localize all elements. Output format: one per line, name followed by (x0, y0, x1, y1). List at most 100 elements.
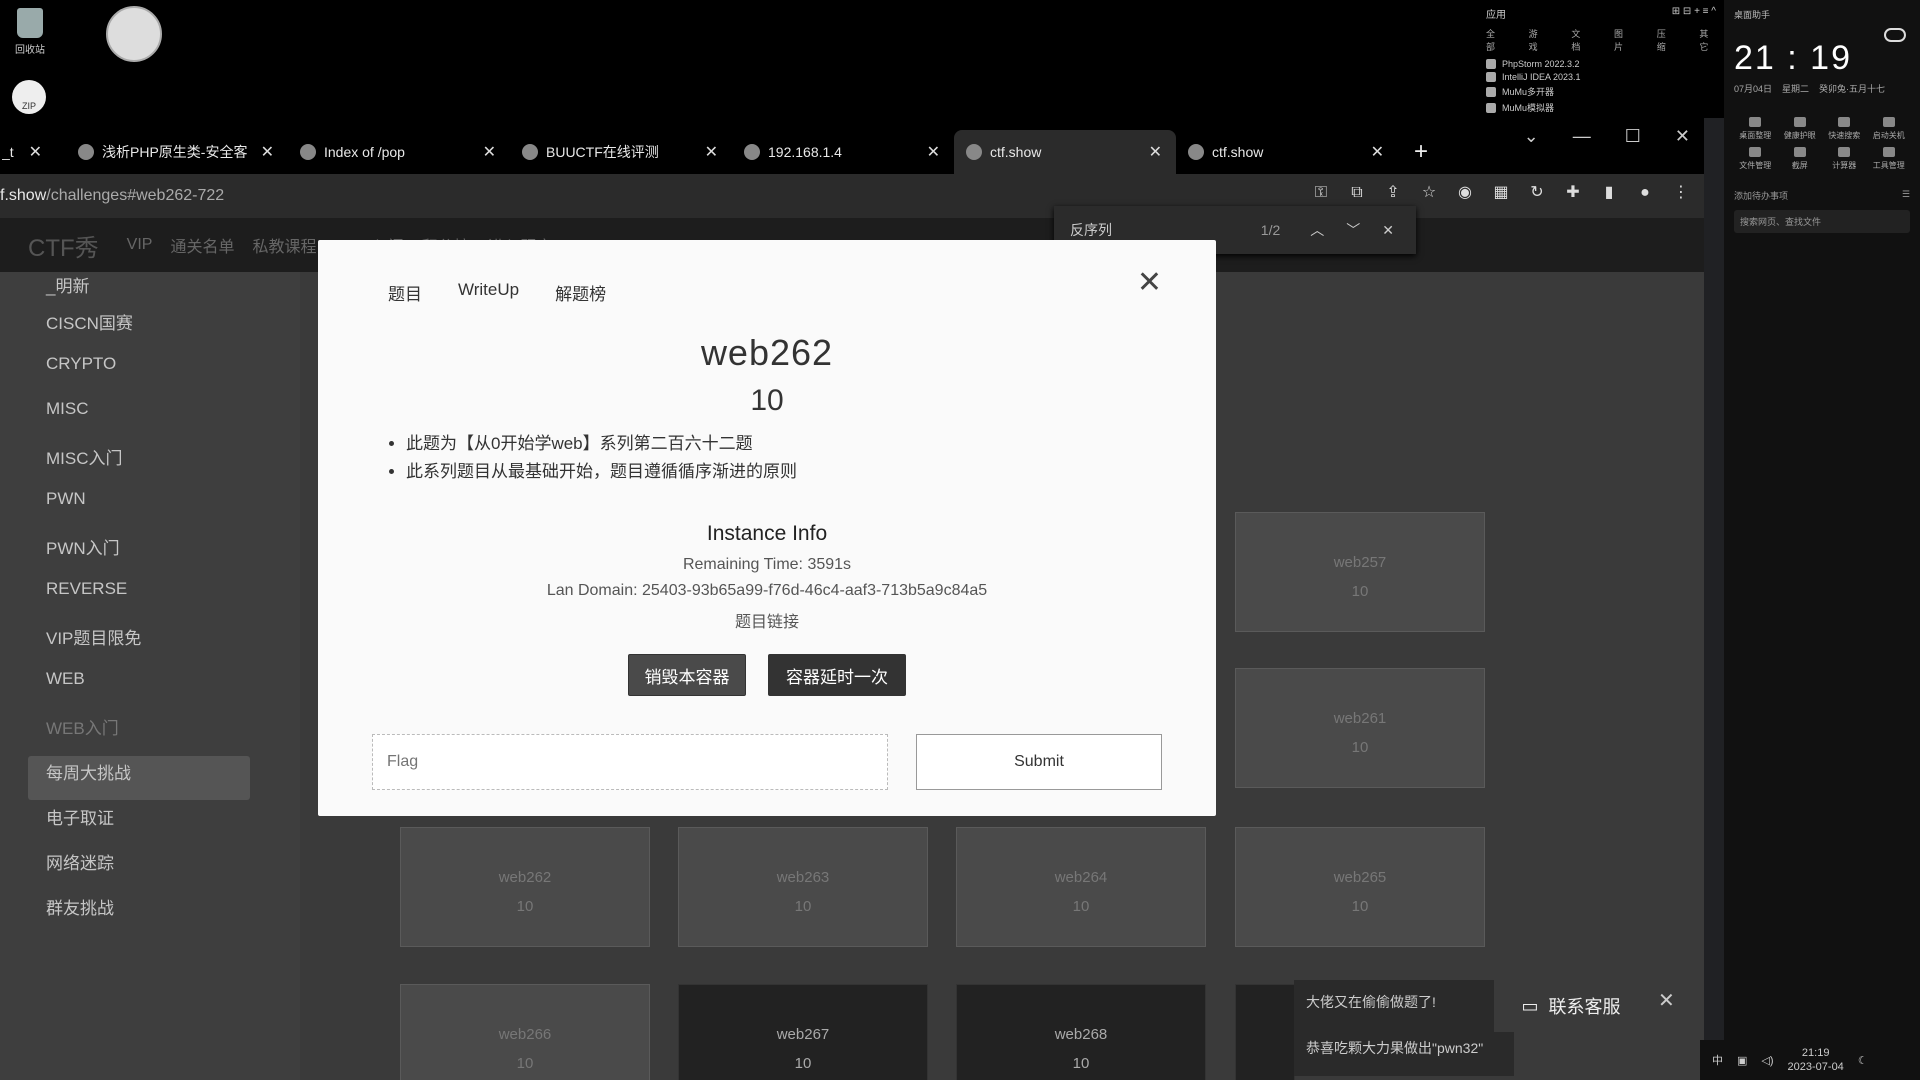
minimize-icon[interactable]: — (1573, 126, 1591, 147)
challenge-card[interactable]: web266 10 (400, 984, 650, 1080)
nav-pass-list[interactable]: 通关名单 (170, 233, 234, 257)
challenge-card[interactable]: web262 10 (400, 827, 650, 947)
todo-row[interactable]: 添加待办事项 ☰ (1734, 189, 1910, 202)
extension-badge-icon[interactable]: ◉ (1456, 184, 1474, 202)
sidebar-item-forensics[interactable]: 电子取证 (46, 804, 114, 829)
tab-challenge[interactable]: 题目 (388, 280, 422, 305)
sidebar-item-group-challenge[interactable]: 群友挑战 (46, 894, 114, 919)
sidepanel-icon[interactable]: ▮ (1600, 184, 1618, 202)
network-icon[interactable]: ▣ (1737, 1054, 1747, 1067)
find-input[interactable]: 反序列 (1070, 220, 1261, 240)
sidebar-item-ciscn[interactable]: CISCN国赛 (46, 309, 133, 334)
cloud-icon[interactable] (1884, 28, 1906, 42)
tray-clock[interactable]: 21:19 2023-07-04 (1788, 1046, 1844, 1074)
contact-service-button[interactable]: ▭ 联系客服 (1494, 980, 1648, 1032)
nav-vip[interactable]: VIP (127, 236, 153, 254)
browser-tab[interactable]: ctf.show ✕ (1176, 130, 1398, 174)
close-tab-icon[interactable]: ✕ (29, 142, 42, 162)
close-tab-icon[interactable]: ✕ (705, 142, 718, 162)
share-icon[interactable]: ⇪ (1384, 184, 1402, 202)
tool-quick-search[interactable]: 快速搜索 (1823, 117, 1866, 141)
challenge-card-solved[interactable]: web267 10 (678, 984, 928, 1080)
maximize-icon[interactable]: ☐ (1625, 126, 1641, 147)
challenge-card[interactable]: web263 10 (678, 827, 928, 947)
menu-icon[interactable]: ⋮ (1672, 184, 1690, 202)
qr-icon[interactable]: ▦ (1492, 184, 1510, 202)
browser-tab[interactable]: 192.168.1.4 ✕ (732, 130, 954, 174)
sidebar-item-pwn-intro[interactable]: PWN入门 (46, 534, 120, 559)
sidebar-item-web[interactable]: WEB (46, 669, 85, 689)
browser-tab-active[interactable]: ctf.show ✕ (954, 130, 1176, 174)
browser-tab[interactable]: Index of /pop ✕ (288, 130, 510, 174)
close-window-icon[interactable]: ✕ (1675, 126, 1690, 147)
destroy-container-button[interactable]: 销毁本容器 (628, 654, 746, 696)
close-tab-icon[interactable]: ✕ (1149, 142, 1162, 162)
apps-tab-archives[interactable]: 压缩 (1657, 27, 1674, 53)
list-icon[interactable]: ☰ (1902, 189, 1910, 202)
extend-container-button[interactable]: 容器延时一次 (768, 654, 906, 696)
sidebar-item-weekly[interactable]: 每周大挑战 (46, 759, 131, 784)
sync-icon[interactable]: ↻ (1528, 184, 1546, 202)
flag-input[interactable] (372, 734, 888, 790)
challenge-card-solved[interactable]: web268 10 (956, 984, 1206, 1080)
key-icon[interactable]: ⚿ (1312, 184, 1330, 202)
apps-tab-docs[interactable]: 文档 (1571, 27, 1588, 53)
sidebar-item-pwn[interactable]: PWN (46, 489, 86, 509)
url-text[interactable]: f.show/challenges#web262-722 (0, 187, 224, 205)
profile-icon[interactable]: ● (1636, 184, 1654, 202)
tool-file-manager[interactable]: 文件管理 (1734, 147, 1777, 171)
assistant-search-input[interactable]: 搜索网页、查找文件 (1734, 210, 1910, 233)
app-item[interactable]: MuMu模拟器 (1486, 101, 1716, 114)
tab-writeup[interactable]: WriteUp (458, 280, 519, 305)
tool-manage[interactable]: 工具管理 (1868, 147, 1911, 171)
close-icon[interactable]: ✕ (1137, 268, 1162, 298)
challenge-card[interactable]: web264 10 (956, 827, 1206, 947)
apps-tab-games[interactable]: 游戏 (1529, 27, 1546, 53)
sidebar-item-reverse[interactable]: REVERSE (46, 579, 127, 599)
new-tab-icon[interactable]: + (1414, 138, 1428, 166)
tool-screenshot[interactable]: 截屏 (1779, 147, 1822, 171)
app-item[interactable]: MuMu多开器 (1486, 85, 1716, 98)
panel-controls-icon[interactable]: ⊞ ⊟ + ≡ ^ (1672, 6, 1716, 21)
close-tab-icon[interactable]: ✕ (1371, 142, 1384, 162)
find-next-icon[interactable]: ﹀ (1346, 220, 1360, 240)
find-close-icon[interactable]: ✕ (1382, 222, 1394, 239)
puzzle-icon[interactable]: ✚ (1564, 184, 1582, 202)
site-logo[interactable]: CTF秀 (28, 228, 99, 263)
find-prev-icon[interactable]: ︿ (1310, 220, 1324, 240)
sidebar-item-web-intro[interactable]: WEB入门 (46, 714, 119, 739)
sidebar-item-osint[interactable]: 网络迷踪 (46, 849, 114, 874)
nav-private-course[interactable]: 私教课程 (252, 233, 316, 257)
translate-icon[interactable]: ⧉ (1348, 184, 1366, 202)
close-tab-icon[interactable]: ✕ (927, 142, 940, 162)
ime-indicator[interactable]: 中 (1712, 1052, 1723, 1068)
moon-icon[interactable]: ☾ (1858, 1054, 1868, 1067)
sidebar-item-vip-free[interactable]: VIP题目限免 (46, 624, 141, 649)
tool-eye-care[interactable]: 健康护眼 (1779, 117, 1822, 141)
submit-button[interactable]: Submit (916, 734, 1162, 790)
close-tab-icon[interactable]: ✕ (483, 142, 496, 162)
tool-calculator[interactable]: 计算器 (1823, 147, 1866, 171)
challenge-card[interactable]: web261 10 (1235, 668, 1485, 788)
apps-tab-all[interactable]: 全部 (1486, 27, 1503, 53)
app-item[interactable]: PhpStorm 2022.3.2 (1486, 59, 1716, 69)
sidebar-item-misc[interactable]: MISC (46, 399, 89, 419)
volume-icon[interactable]: ◁) (1761, 1054, 1773, 1067)
apps-tab-images[interactable]: 图片 (1614, 27, 1631, 53)
browser-tab[interactable]: 浅析PHP原生类-安全客 ✕ (66, 130, 288, 174)
close-tab-icon[interactable]: ✕ (261, 142, 274, 162)
app-item[interactable]: IntelliJ IDEA 2023.1 (1486, 72, 1716, 82)
challenge-card-solved[interactable] (1235, 984, 1295, 1080)
browser-tab[interactable]: _t ✕ (0, 130, 56, 174)
sidebar-item[interactable]: _明新 (46, 272, 89, 297)
close-notification-icon[interactable]: ✕ (1658, 988, 1675, 1013)
challenge-card[interactable]: web265 10 (1235, 827, 1485, 947)
challenge-link[interactable]: 题目链接 (318, 608, 1216, 632)
avatar[interactable] (106, 6, 162, 62)
sidebar-item-misc-intro[interactable]: MISC入门 (46, 444, 123, 469)
zip-app-icon[interactable]: ZIP (12, 80, 46, 114)
tab-search-icon[interactable]: ⌄ (1524, 126, 1539, 147)
address-bar[interactable]: f.show/challenges#web262-722 ⚿ ⧉ ⇪ ☆ ◉ ▦… (0, 174, 1704, 218)
recycle-bin-icon[interactable]: 回收站 (10, 8, 50, 56)
browser-tab[interactable]: BUUCTF在线评测 ✕ (510, 130, 732, 174)
